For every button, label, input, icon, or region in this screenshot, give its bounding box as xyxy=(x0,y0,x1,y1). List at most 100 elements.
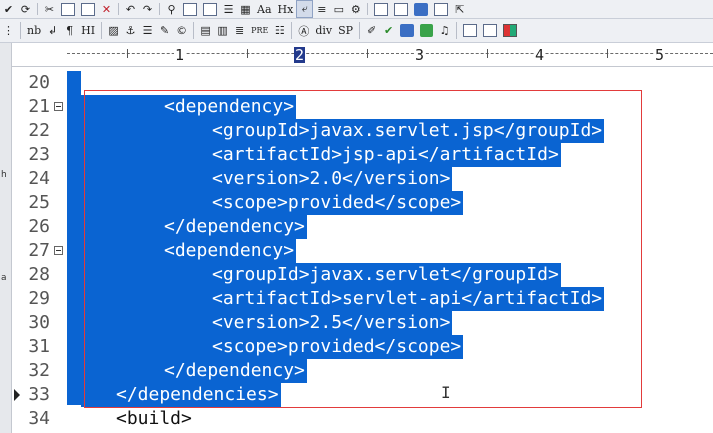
code-line[interactable]: 25 <scope>provided</scope> xyxy=(12,191,713,215)
delete-icon[interactable]: ✕ xyxy=(98,0,115,18)
edit-page-icon[interactable] xyxy=(200,0,220,18)
fold-toggle-icon[interactable] xyxy=(54,102,63,111)
div-button[interactable]: div xyxy=(312,19,335,42)
frames-icon[interactable] xyxy=(480,19,500,42)
cut-icon[interactable]: ✂ xyxy=(41,0,58,18)
list-bullets-icon[interactable]: ☷ xyxy=(271,19,288,42)
edit-style-icon[interactable]: ✐ xyxy=(363,19,380,42)
image-icon[interactable] xyxy=(371,0,391,18)
film-icon[interactable] xyxy=(417,19,436,42)
line-number: 31 xyxy=(28,336,50,357)
toolbar-separator xyxy=(193,22,195,39)
code-text: <groupId>javax.servlet</groupId> xyxy=(212,263,561,287)
code-line[interactable]: 24 <version>2.0</version> xyxy=(12,167,713,191)
code-line[interactable]: 31 <scope>provided</scope> xyxy=(12,335,713,359)
line-number: 27 xyxy=(28,240,50,261)
color-icon[interactable] xyxy=(500,19,520,42)
code-line[interactable]: 32 </dependency> xyxy=(12,359,713,383)
wordwrap-icon[interactable]: ⤶ xyxy=(296,0,314,18)
code-text: </dependency> xyxy=(164,359,307,383)
line-break-icon[interactable]: ↲ xyxy=(44,19,61,42)
paragraph-button[interactable]: ¶ xyxy=(61,19,78,42)
code-indent xyxy=(81,335,214,359)
code-line[interactable]: 21 <dependency> xyxy=(12,95,713,119)
nbsp-button[interactable]: nb xyxy=(24,19,44,42)
anchor-icon[interactable]: ⚓ xyxy=(122,19,139,42)
redo-icon[interactable]: ↷ xyxy=(139,0,156,18)
code-line[interactable]: 27 <dependency> xyxy=(12,239,713,263)
ruler-number: 4 xyxy=(534,46,546,64)
form-icon[interactable]: ▥ xyxy=(214,19,231,42)
paste-icon[interactable] xyxy=(78,0,98,18)
heading-button[interactable]: Hx xyxy=(275,0,297,18)
ruler-tick xyxy=(247,49,248,58)
preview-icon[interactable] xyxy=(391,0,411,18)
ruler-tick xyxy=(487,49,488,58)
indent-icon[interactable]: ≡ xyxy=(313,0,330,18)
list-icon[interactable]: ☰ xyxy=(220,0,237,18)
align-icon[interactable]: ≣ xyxy=(231,19,248,42)
left-strip-char: h xyxy=(1,170,7,180)
undo-icon[interactable]: ↶ xyxy=(122,0,139,18)
heading-tag-button[interactable]: HI xyxy=(78,19,98,42)
span-button[interactable]: SP xyxy=(335,19,356,42)
line-number: 26 xyxy=(28,216,50,237)
line-number: 34 xyxy=(28,408,50,429)
toolbar-separator xyxy=(159,2,160,16)
help-icon[interactable]: ⇱ xyxy=(451,0,468,18)
line-number: 28 xyxy=(28,264,50,285)
code-line[interactable]: 28 <groupId>javax.servlet</groupId> xyxy=(12,263,713,287)
browser-icon[interactable] xyxy=(411,0,431,18)
code-line[interactable]: 34 <build> xyxy=(12,407,713,431)
pencil-icon[interactable]: ✎ xyxy=(156,19,173,42)
code-indent xyxy=(81,359,170,383)
code-line[interactable]: 22 <groupId>javax.servlet.jsp</groupId> xyxy=(12,119,713,143)
settings-icon[interactable]: ⚙ xyxy=(347,0,364,18)
table-icon[interactable]: ▦ xyxy=(237,0,254,18)
toolbar-separator xyxy=(456,22,458,39)
pre-button[interactable]: PRE xyxy=(248,19,271,42)
frame-icon[interactable] xyxy=(460,19,480,42)
font-button[interactable]: Aa xyxy=(254,0,275,18)
find-icon[interactable]: ⚲ xyxy=(163,0,180,18)
main-toolbar: ✔ ⟳ ✂ ✕ ↶ ↷ ⚲ ☰ ▦ Aa Hx ⤶ ≡ ▭ ⚙ ⇱ xyxy=(0,0,713,19)
left-panel-edge: h a xyxy=(0,43,12,433)
current-line-arrow-icon xyxy=(14,389,20,401)
code-line[interactable]: 29 <artifactId>servlet-api</artifactId> xyxy=(12,287,713,311)
insert-image-icon[interactable]: ▨ xyxy=(105,19,122,42)
code-indent xyxy=(81,311,214,335)
code-line[interactable]: 23 <artifactId>jsp-api</artifactId> xyxy=(12,143,713,167)
code-indent xyxy=(81,143,214,167)
style-a-icon[interactable]: Ⓐ xyxy=(295,19,312,42)
code-line-current[interactable]: 33 </dependencies> xyxy=(12,383,713,407)
insert-icon[interactable]: ▭ xyxy=(330,0,347,18)
refresh-icon[interactable]: ⟳ xyxy=(17,0,34,18)
line-number: 22 xyxy=(28,120,50,141)
horizontal-rule-icon[interactable]: ☰ xyxy=(139,19,156,42)
ruler-tick xyxy=(127,49,128,58)
code-line[interactable]: 26 </dependency> xyxy=(12,215,713,239)
line-number: 23 xyxy=(28,144,50,165)
code-text: <dependency> xyxy=(164,95,297,119)
copyright-icon[interactable]: © xyxy=(173,19,190,42)
validate-icon[interactable]: ✔ xyxy=(380,19,397,42)
code-editor[interactable]: 20 21 <dependency> 22 <groupId>javax.ser… xyxy=(12,67,713,433)
toolbar-separator xyxy=(101,22,103,39)
ruler-tick xyxy=(607,49,608,58)
page-icon[interactable] xyxy=(180,0,200,18)
line-number: 25 xyxy=(28,192,50,213)
copy-icon[interactable] xyxy=(58,0,78,18)
code-line[interactable]: 20 xyxy=(12,71,713,95)
code-line[interactable]: 30 <version>2.5</version> xyxy=(12,311,713,335)
media-icon[interactable] xyxy=(397,19,417,42)
music-icon[interactable]: ♫ xyxy=(436,19,453,42)
bold-check-icon[interactable]: ✔ xyxy=(0,0,17,18)
table-insert-icon[interactable]: ▤ xyxy=(197,19,214,42)
code-indent xyxy=(81,263,214,287)
code-indent xyxy=(81,191,214,215)
fold-toggle-icon[interactable] xyxy=(54,246,63,255)
line-number: 24 xyxy=(28,168,50,189)
window-icon[interactable] xyxy=(431,0,451,18)
code-text: <artifactId>jsp-api</artifactId> xyxy=(212,143,561,167)
toolbar-separator xyxy=(359,22,361,39)
